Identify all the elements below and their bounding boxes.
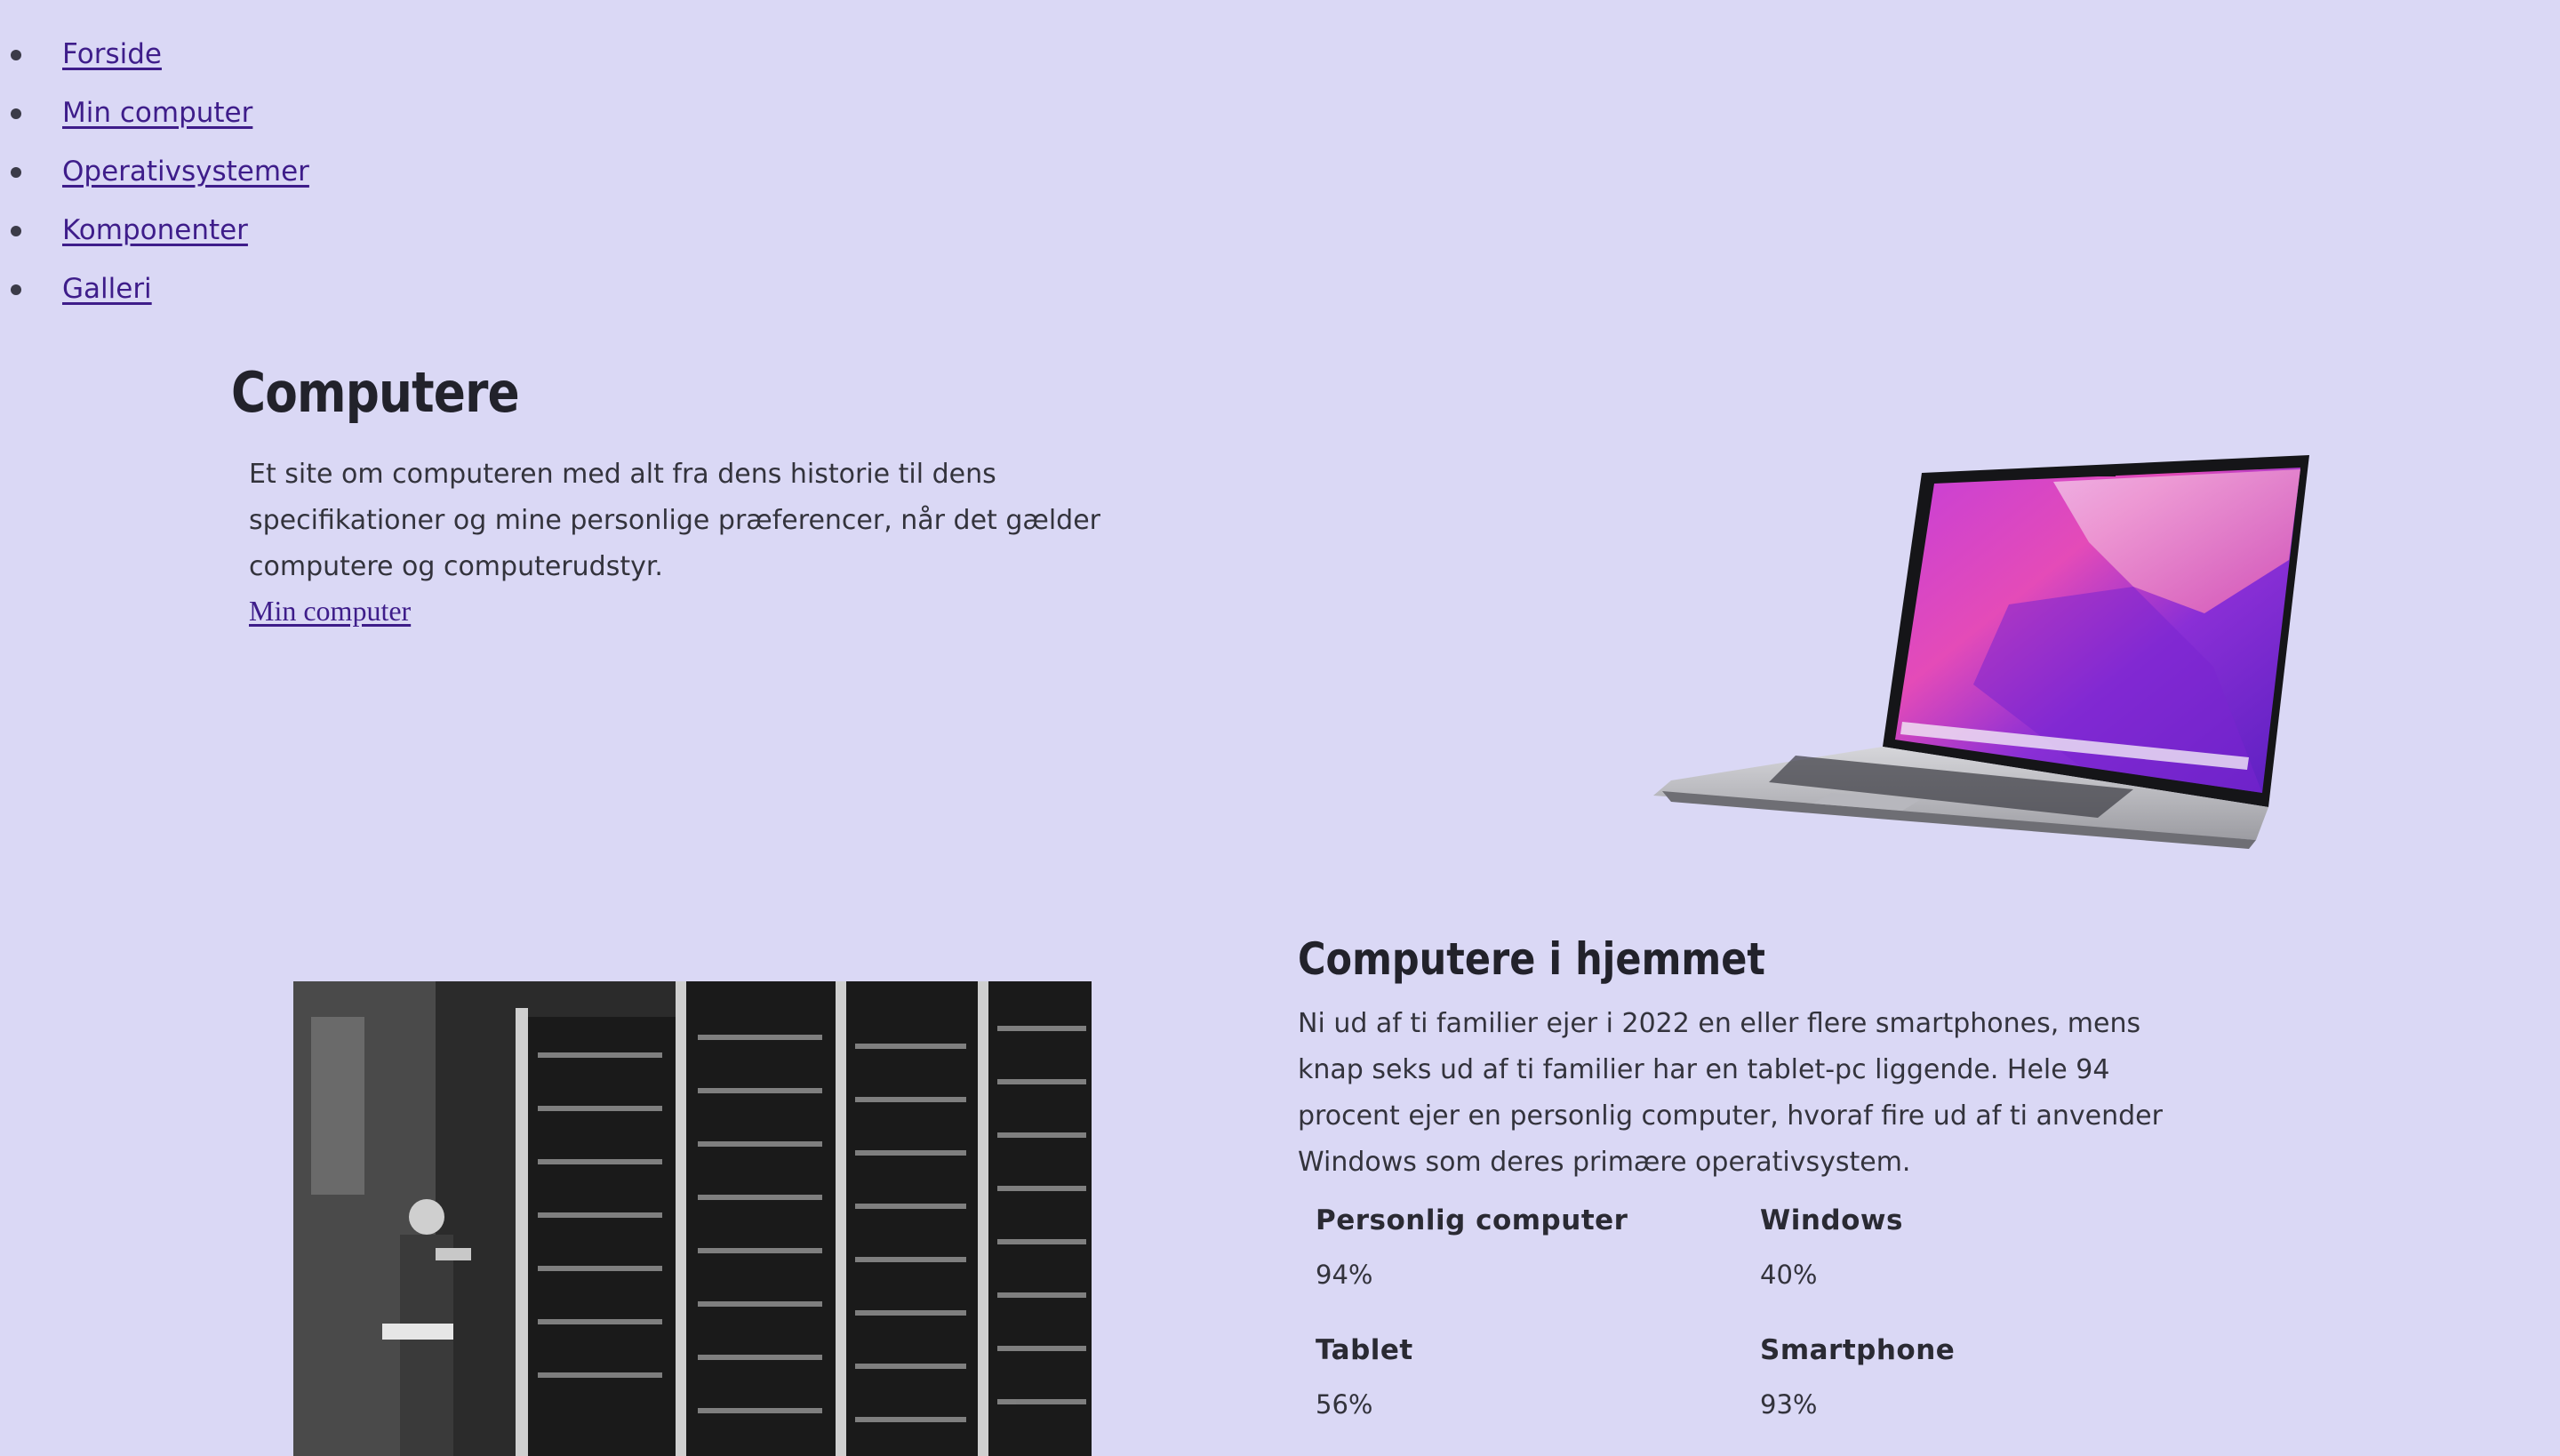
- stat-personal-computer: Personlig computer 94%: [1316, 1204, 1742, 1290]
- nav-link-min-computer[interactable]: Min computer: [62, 97, 252, 129]
- stat-label: Personlig computer: [1316, 1204, 1628, 1236]
- nav-link-forside[interactable]: Forside: [62, 38, 162, 70]
- nav-link-operativsystemer[interactable]: Operativsystemer: [62, 156, 309, 188]
- section-title-home: Computere i hjemmet: [1298, 933, 1765, 985]
- stat-value: 94%: [1316, 1260, 1373, 1290]
- stat-value: 93%: [1760, 1389, 1818, 1420]
- historic-computer-photo: [293, 981, 1092, 1456]
- stat-value: 56%: [1316, 1389, 1373, 1420]
- nav-item-operativsystemer: Operativsystemer: [0, 149, 309, 208]
- stat-label: Tablet: [1316, 1334, 1413, 1366]
- nav-item-forside: Forside: [0, 32, 309, 91]
- stat-smartphone: Smartphone 93%: [1760, 1334, 2187, 1420]
- page-title: Computere: [231, 360, 520, 425]
- nav-item-min-computer: Min computer: [0, 91, 309, 149]
- hero-intro-text: Et site om computeren med alt fra dens h…: [249, 459, 1101, 582]
- stat-label: Windows: [1760, 1204, 1903, 1236]
- section-home-text: Ni ud af ti familier ejer i 2022 en elle…: [1298, 1008, 2163, 1178]
- nav-item-komponenter: Komponenter: [0, 208, 309, 267]
- laptop-image: [1653, 455, 2309, 849]
- nav-link-komponenter[interactable]: Komponenter: [62, 214, 248, 246]
- nav-link-galleri[interactable]: Galleri: [62, 273, 152, 305]
- main-nav: Forside Min computer Operativsystemer Ko…: [0, 32, 309, 325]
- stat-value: 40%: [1760, 1260, 1818, 1290]
- stat-windows: Windows 40%: [1760, 1204, 2187, 1290]
- min-computer-link[interactable]: Min computer: [249, 595, 411, 628]
- stat-tablet: Tablet 56%: [1316, 1334, 1742, 1420]
- stat-label: Smartphone: [1760, 1334, 1956, 1366]
- nav-item-galleri: Galleri: [0, 267, 309, 325]
